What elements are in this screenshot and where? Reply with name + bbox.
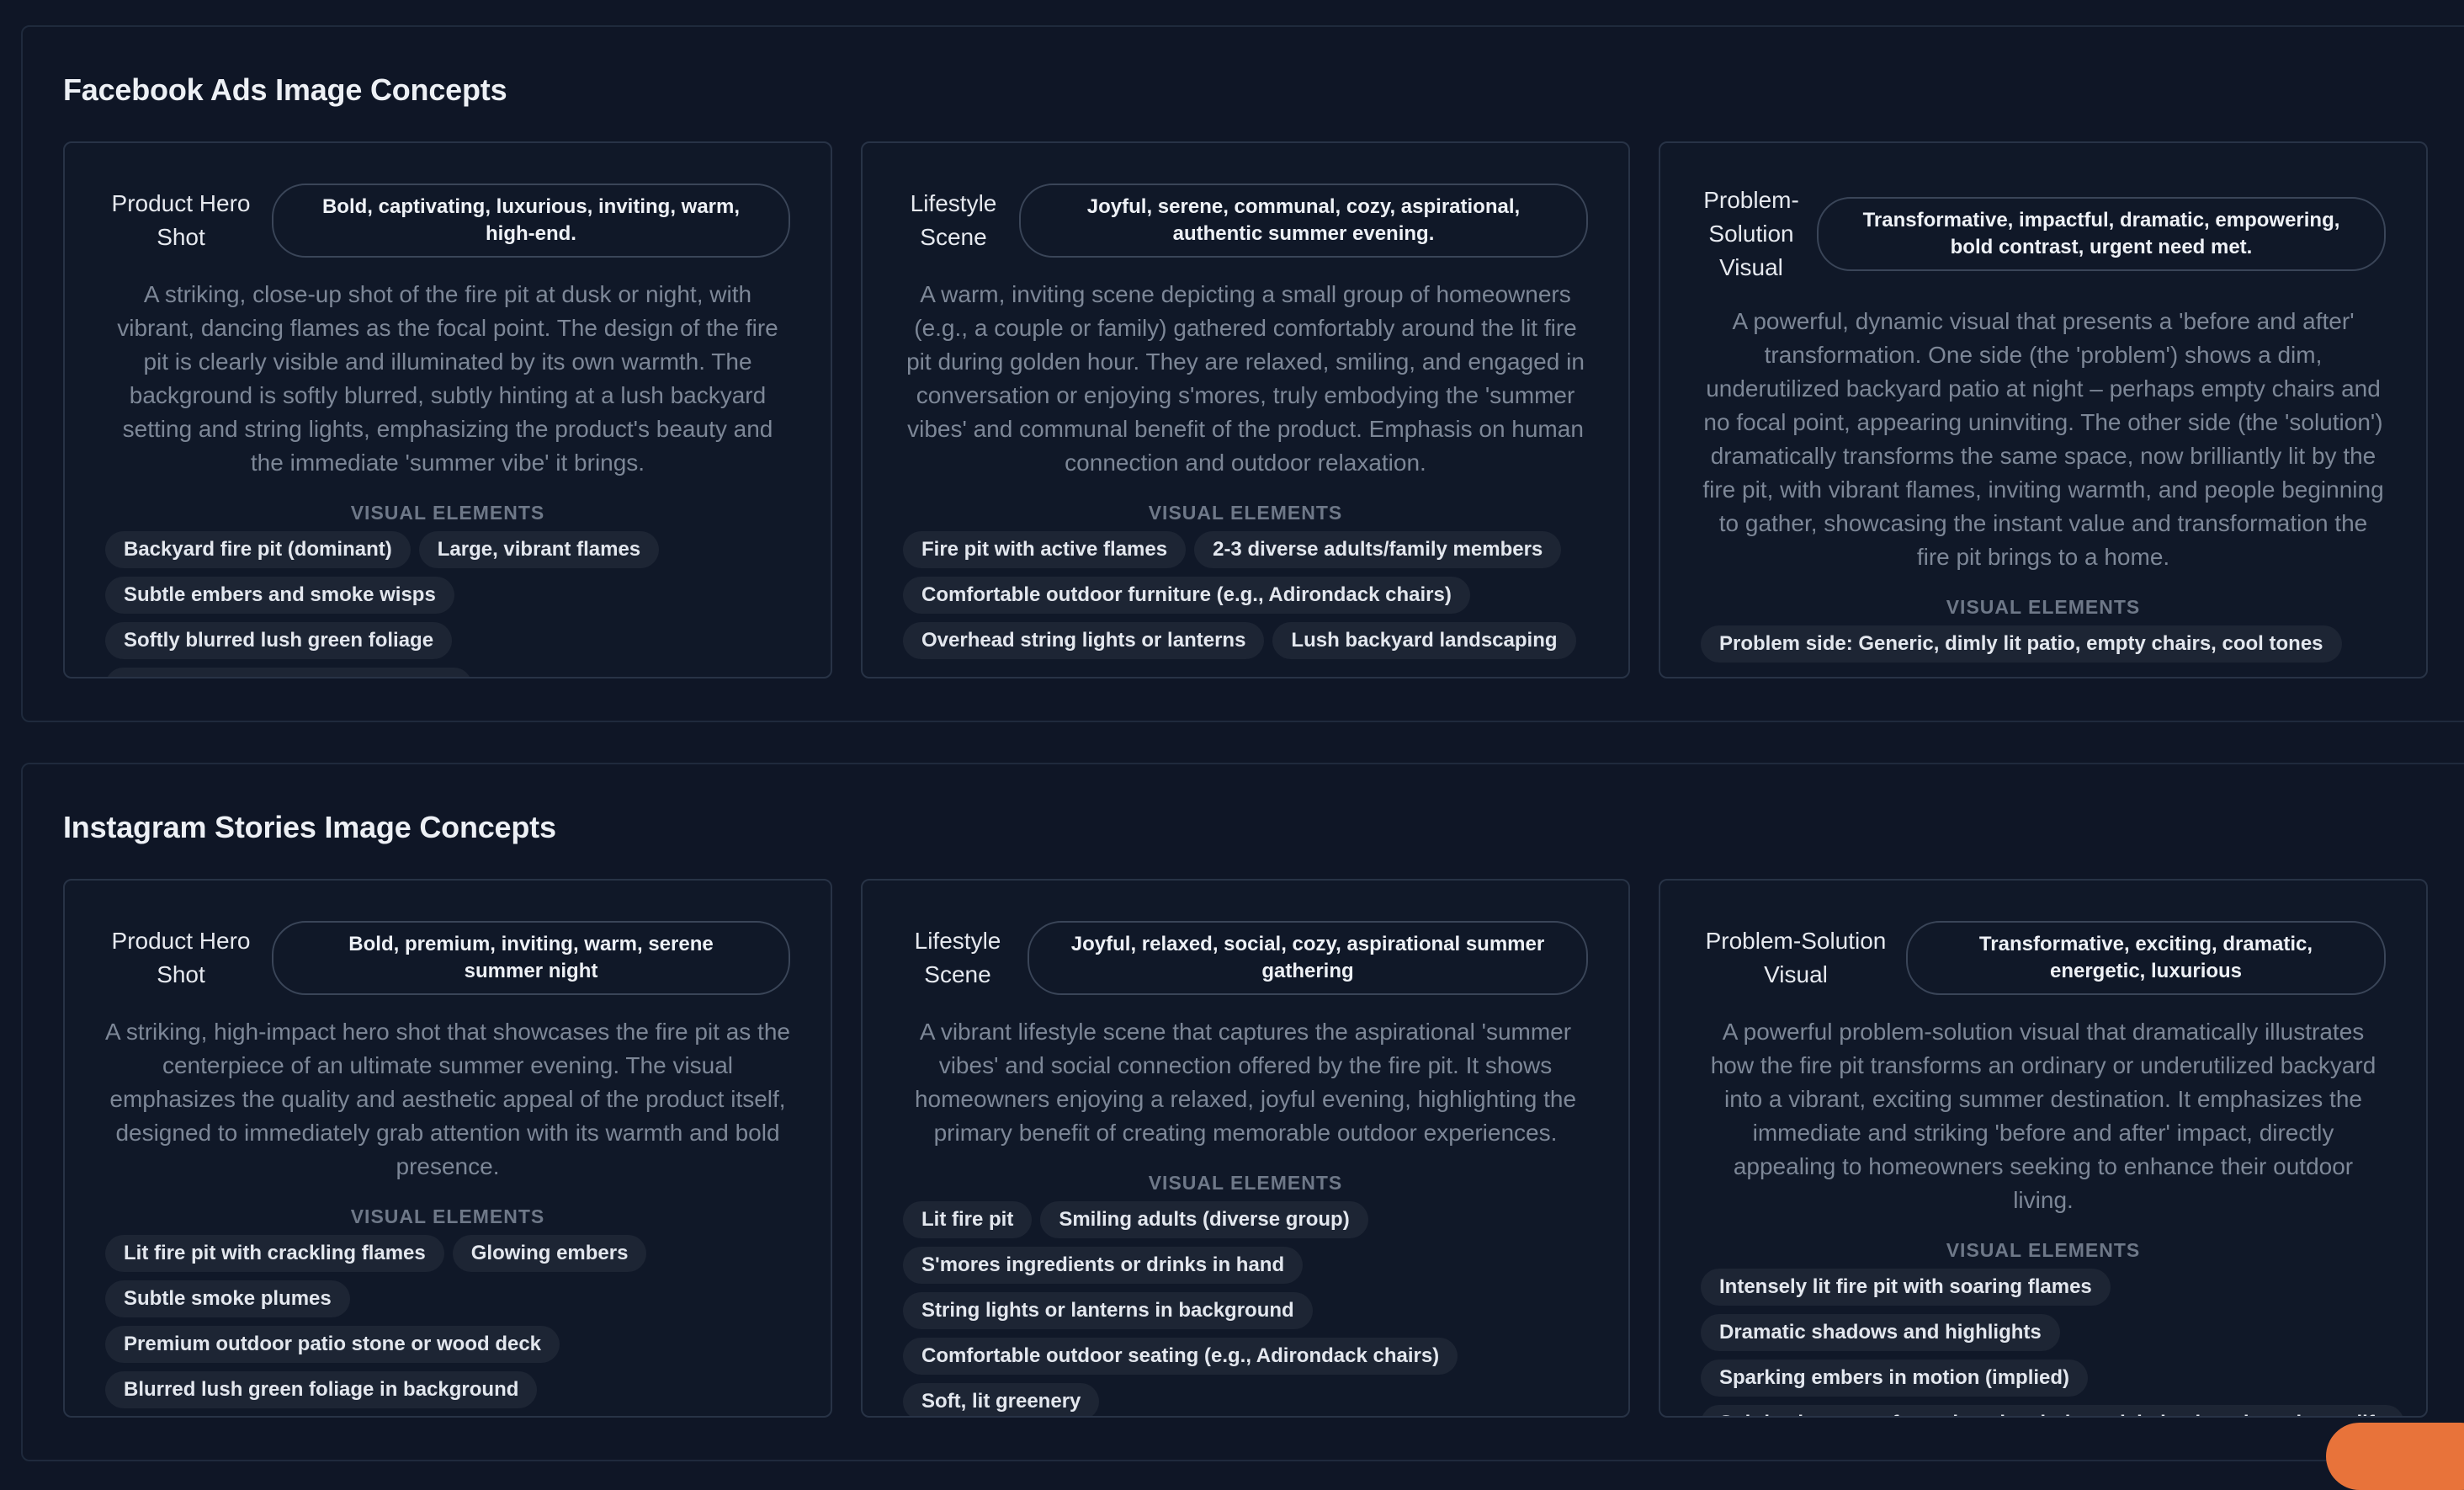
section-title: Instagram Stories Image Concepts <box>63 810 556 844</box>
visual-element-chip: Dramatic shadows and highlights <box>1701 1314 2060 1351</box>
visual-element-chip: Intensely lit fire pit with soaring flam… <box>1701 1269 2111 1306</box>
visual-elements-list: Lit fire pit with crackling flames Glowi… <box>105 1235 790 1408</box>
visual-element-chip: Subtle embers and smoke wisps <box>105 577 454 614</box>
mood-badge: Bold, captivating, luxurious, inviting, … <box>272 184 790 258</box>
visual-elements-list: Backyard fire pit (dominant) Large, vibr… <box>105 531 790 677</box>
card-title: Lifestyle Scene <box>910 190 997 250</box>
card-description: A warm, inviting scene depicting a small… <box>906 281 1585 476</box>
card-title: Product Hero Shot <box>111 928 251 987</box>
visual-element-chip: String lights or lanterns in background <box>903 1292 1313 1329</box>
concept-card-product-hero[interactable]: Product Hero Shot Bold, premium, invitin… <box>63 879 832 1418</box>
visual-elements-list: Intensely lit fire pit with soaring flam… <box>1701 1269 2405 1416</box>
card-title: Problem-Solution Visual <box>1703 187 1799 280</box>
card-title: Product Hero Shot <box>111 190 251 250</box>
visual-element-chip: Glowing embers <box>452 1235 647 1272</box>
visual-element-chip: Large, vibrant flames <box>418 531 660 568</box>
visual-element-chip: Lit fire pit with crackling flames <box>105 1235 444 1272</box>
visual-elements-label: VISUAL ELEMENTS <box>1946 1239 2141 1261</box>
card-description: A powerful problem-solution visual that … <box>1710 1019 2376 1213</box>
card-title: Problem-Solution Visual <box>1705 928 1887 987</box>
mood-badge: Transformative, exciting, dramatic, ener… <box>1906 921 2386 995</box>
visual-element-chip: Problem side: Generic, dimly lit patio, … <box>1701 625 2342 663</box>
visual-element-chip: Hint of string lights in background <box>105 668 472 677</box>
visual-element-chip: Comfortable outdoor furniture (e.g., Adi… <box>903 577 1470 614</box>
visual-element-chip: Comfortable outdoor seating (e.g., Adiro… <box>903 1338 1458 1375</box>
visual-element-chip: Lit fire pit <box>903 1201 1033 1238</box>
visual-elements-label: VISUAL ELEMENTS <box>350 1205 545 1227</box>
visual-elements-list: Fire pit with active flames 2-3 diverse … <box>903 531 1588 659</box>
concept-card-problem-solution[interactable]: Problem-Solution Visual Transformative, … <box>1659 141 2428 678</box>
visual-element-chip: Sparking embers in motion (implied) <box>1701 1360 2089 1397</box>
visual-element-chip: Premium outdoor patio stone or wood deck <box>105 1326 560 1363</box>
floating-action-button[interactable] <box>2326 1423 2464 1490</box>
concept-cards: Product Hero Shot Bold, premium, invitin… <box>63 879 2428 1418</box>
mood-badge: Bold, premium, inviting, warm, serene su… <box>272 921 790 995</box>
instagram-stories-section: Instagram Stories Image Concepts Product… <box>21 763 2464 1461</box>
visual-element-chip: Smiling adults (diverse group) <box>1040 1201 1368 1238</box>
mood-badge: Transformative, impactful, dramatic, emp… <box>1817 197 2386 271</box>
visual-elements-label: VISUAL ELEMENTS <box>350 502 545 524</box>
visual-elements-label: VISUAL ELEMENTS <box>1148 502 1343 524</box>
facebook-ads-section: Facebook Ads Image Concepts Product Hero… <box>21 25 2464 722</box>
visual-element-chip: Fire pit with active flames <box>903 531 1187 568</box>
concept-card-problem-solution[interactable]: Problem-Solution Visual Transformative, … <box>1659 879 2428 1418</box>
section-title: Facebook Ads Image Concepts <box>63 72 507 107</box>
card-title: Lifestyle Scene <box>914 928 1001 987</box>
visual-element-chip: Softly blurred lush green foliage <box>105 622 453 659</box>
visual-element-chip: 2-3 diverse adults/family members <box>1194 531 1562 568</box>
visual-elements-label: VISUAL ELEMENTS <box>1946 596 2141 618</box>
card-description: A striking, high-impact hero shot that s… <box>105 1019 790 1179</box>
mood-badge: Joyful, serene, communal, cozy, aspirati… <box>1019 184 1588 258</box>
visual-element-chip: Subtle smoke plumes <box>105 1280 350 1317</box>
visual-element-chip: S'mores ingredients or drinks in hand <box>903 1247 1304 1284</box>
visual-elements-label: VISUAL ELEMENTS <box>1148 1172 1343 1194</box>
visual-element-chip: Lush backyard landscaping <box>1272 622 1576 659</box>
visual-element-chip: Overhead string lights or lanterns <box>903 622 1265 659</box>
visual-element-chip: Subtle elements of an otherwise dark or … <box>1701 1405 2405 1416</box>
card-description: A striking, close-up shot of the fire pi… <box>117 281 778 476</box>
visual-element-chip: Backyard fire pit (dominant) <box>105 531 411 568</box>
concept-cards: Product Hero Shot Bold, captivating, lux… <box>63 141 2428 678</box>
card-description: A vibrant lifestyle scene that captures … <box>914 1019 1577 1146</box>
concept-card-product-hero[interactable]: Product Hero Shot Bold, captivating, lux… <box>63 141 832 678</box>
card-description: A powerful, dynamic visual that presents… <box>1702 308 2384 570</box>
concept-card-lifestyle[interactable]: Lifestyle Scene Joyful, serene, communal… <box>861 141 1630 678</box>
visual-elements-list: Problem side: Generic, dimly lit patio, … <box>1701 625 2386 663</box>
concept-card-lifestyle[interactable]: Lifestyle Scene Joyful, relaxed, social,… <box>861 879 1630 1418</box>
mood-badge: Joyful, relaxed, social, cozy, aspiratio… <box>1028 921 1588 995</box>
visual-elements-list: Lit fire pit Smiling adults (diverse gro… <box>903 1201 1588 1416</box>
visual-element-chip: Blurred lush green foliage in background <box>105 1371 538 1408</box>
visual-element-chip: Soft, lit greenery <box>903 1383 1100 1416</box>
